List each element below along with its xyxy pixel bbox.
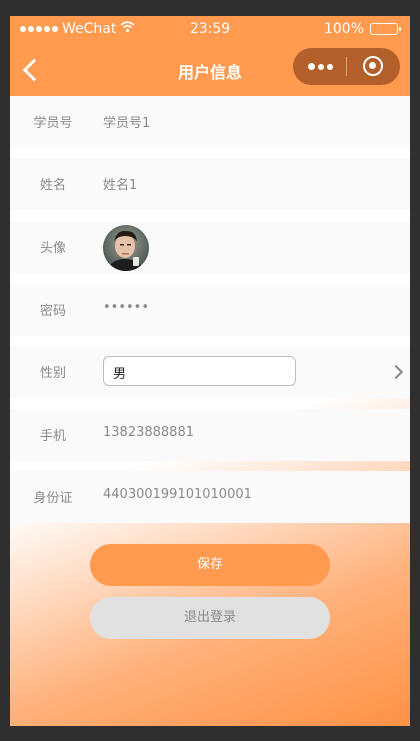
student-id-label: 学员号	[33, 116, 73, 131]
status-right: 100%	[323, 21, 401, 37]
row-id-card: 身份证 440300199101010001	[10, 471, 410, 523]
avatar[interactable]	[103, 225, 149, 271]
student-id-value: 学员号1	[103, 116, 151, 131]
battery-percent: 100%	[323, 21, 364, 37]
row-name: 姓名 姓名1	[10, 158, 410, 210]
password-value: ••••••	[103, 300, 150, 315]
gender-label: 性别	[39, 366, 66, 381]
phone-label: 手机	[39, 429, 66, 444]
battery-icon	[370, 23, 401, 35]
status-bar: WeChat 23:59 100%	[10, 16, 410, 44]
gender-selected-value: 男	[113, 367, 127, 382]
row-student-id: 学员号 学员号1	[10, 96, 410, 148]
save-button[interactable]: 保存	[90, 544, 330, 586]
gender-select[interactable]: 男	[103, 356, 296, 386]
row-phone: 手机 13823888881	[10, 409, 410, 461]
avatar-label: 头像	[39, 241, 66, 256]
more-dots-icon[interactable]	[293, 48, 346, 85]
password-label: 密码	[39, 304, 66, 319]
id-card-value: 440300199101010001	[103, 487, 252, 502]
chevron-right-icon[interactable]	[388, 364, 404, 380]
row-password: 密码 ••••••	[10, 284, 410, 336]
phone-value: 13823888881	[103, 425, 194, 440]
row-gender: 性别 男	[10, 346, 410, 398]
name-label: 姓名	[39, 178, 66, 193]
menu-capsule	[293, 48, 400, 85]
nav-bar: 用户信息	[10, 44, 410, 96]
target-close-icon[interactable]	[347, 48, 400, 85]
logout-button[interactable]: 退出登录	[90, 597, 330, 639]
row-avatar: 头像	[10, 221, 410, 273]
name-value: 姓名1	[103, 178, 138, 193]
phone-screen: WeChat 23:59 100% 用户信息 学员号 学员号1 姓名 姓名1 头…	[10, 16, 410, 726]
id-card-label: 身份证	[33, 491, 73, 506]
